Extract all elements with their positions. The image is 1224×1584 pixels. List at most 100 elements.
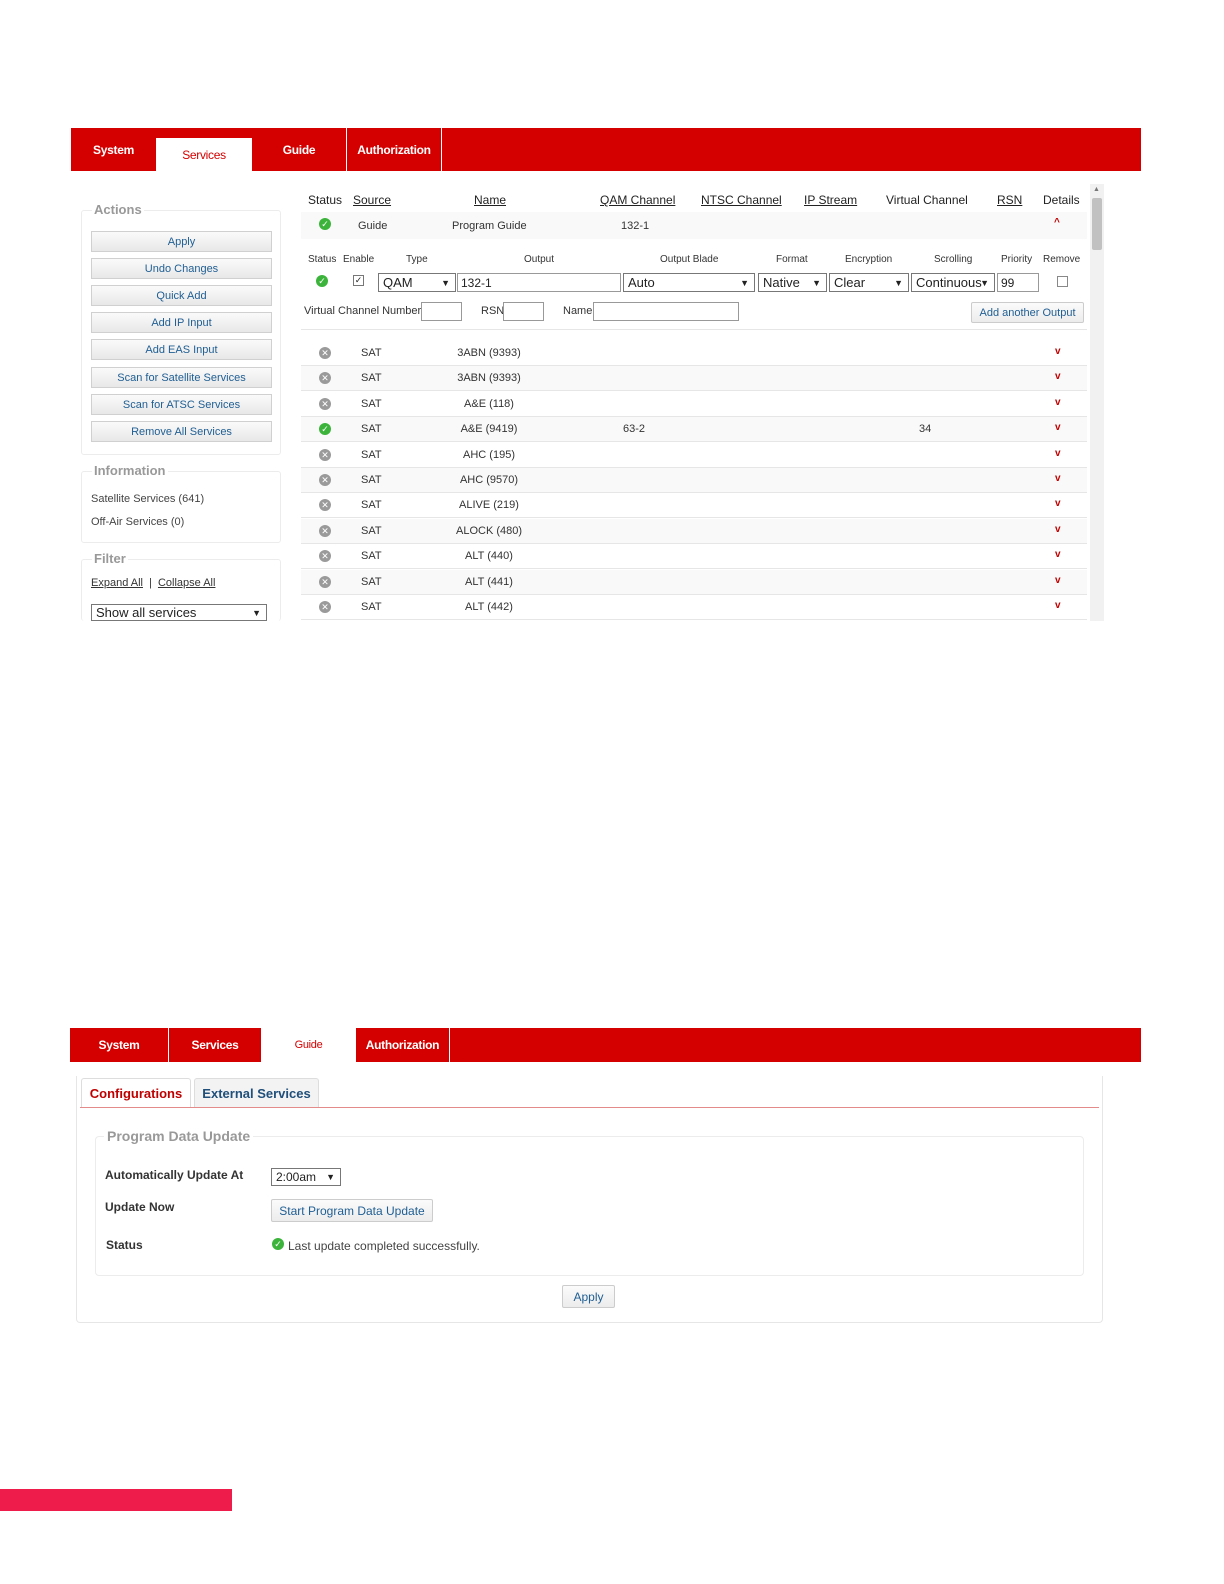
col-name[interactable]: Name <box>474 193 506 207</box>
scrollbar-thumb[interactable] <box>1092 198 1102 250</box>
row-source: SAT <box>361 601 382 613</box>
chevron-down-icon[interactable]: v <box>1055 346 1061 357</box>
row-name: Program Guide <box>452 220 527 232</box>
status-inactive-icon: ✕ <box>319 347 331 359</box>
table-row[interactable]: ✓ SAT A&E (9419) 63-2 34 v <box>301 417 1087 442</box>
row-source: SAT <box>361 499 382 511</box>
rsn-input[interactable] <box>503 302 544 321</box>
table-row[interactable]: ✕ SAT A&E (118) v <box>301 392 1087 417</box>
apply-button[interactable]: Apply <box>91 231 272 252</box>
status-inactive-icon: ✕ <box>319 499 331 511</box>
footer-accent-bar <box>0 1489 232 1511</box>
nav-tab-services[interactable]: Services <box>169 1028 261 1062</box>
status-inactive-icon: ✕ <box>319 474 331 486</box>
col-ip-stream[interactable]: IP Stream <box>804 193 857 207</box>
chevron-down-icon[interactable]: v <box>1055 397 1061 408</box>
nav-tab-authorization[interactable]: Authorization <box>356 1028 450 1062</box>
auto-update-time-select[interactable]: 2:00am ▼ <box>271 1168 341 1186</box>
output-blade-select[interactable]: Auto ▼ <box>623 273 755 292</box>
out-col-priority: Priority <box>1001 254 1033 265</box>
chevron-down-icon[interactable]: v <box>1055 371 1061 382</box>
table-row[interactable]: ✕ SAT ALT (441) v <box>301 570 1087 595</box>
add-ip-input-button[interactable]: Add IP Input <box>91 312 272 333</box>
table-row[interactable]: ✕ SAT ALOCK (480) v <box>301 519 1087 544</box>
scroll-up-icon[interactable]: ▲ <box>1093 186 1100 193</box>
scan-satellite-button[interactable]: Scan for Satellite Services <box>91 367 272 388</box>
remove-checkbox[interactable] <box>1057 276 1068 287</box>
row-name: ALT (442) <box>465 601 513 613</box>
table-row[interactable]: ✕ SAT AHC (195) v <box>301 443 1087 468</box>
chevron-down-icon[interactable]: v <box>1055 575 1061 586</box>
row-source: SAT <box>361 576 382 588</box>
col-ntsc-channel[interactable]: NTSC Channel <box>701 193 782 207</box>
output-input[interactable]: 132-1 <box>457 273 621 292</box>
information-title: Information <box>92 463 168 478</box>
chevron-up-icon[interactable]: ^ <box>1054 217 1060 228</box>
tab-configurations[interactable]: Configurations <box>81 1078 191 1107</box>
col-rsn[interactable]: RSN <box>997 193 1022 207</box>
status-inactive-icon: ✕ <box>319 449 331 461</box>
format-select[interactable]: Native ▼ <box>758 273 827 292</box>
name-label: Name <box>563 305 593 317</box>
chevron-down-icon[interactable]: v <box>1055 524 1061 535</box>
table-row[interactable]: ✕ SAT AHC (9570) v <box>301 468 1087 493</box>
expand-all-link[interactable]: Expand All <box>91 577 143 589</box>
nav-tab-authorization[interactable]: Authorization <box>347 128 442 171</box>
scan-atsc-button[interactable]: Scan for ATSC Services <box>91 394 272 415</box>
chevron-down-icon[interactable]: v <box>1055 473 1061 484</box>
add-eas-input-button[interactable]: Add EAS Input <box>91 339 272 360</box>
name-input[interactable] <box>593 302 739 321</box>
table-scrollbar[interactable]: ▲ <box>1090 184 1104 621</box>
chevron-down-icon: ▼ <box>980 277 989 288</box>
collapse-all-link[interactable]: Collapse All <box>158 577 215 589</box>
col-virtual-channel: Virtual Channel <box>886 193 968 207</box>
nav-tab-guide[interactable]: Guide <box>252 128 347 171</box>
nav-tab-system[interactable]: System <box>71 128 156 171</box>
nav-tab-guide[interactable]: Guide <box>261 1028 356 1062</box>
expanded-service-row[interactable]: ✓ Guide Program Guide 132-1 ^ <box>301 212 1087 239</box>
table-row[interactable]: ✕ SAT 3ABN (9393) v <box>301 366 1087 391</box>
row-virtual-channel: 34 <box>919 423 932 435</box>
row-source: SAT <box>361 449 382 461</box>
table-row[interactable]: ✕ SAT ALT (442) v <box>301 595 1087 620</box>
service-filter-select[interactable]: Show all services ▼ <box>91 604 267 621</box>
section-title: Program Data Update <box>104 1128 254 1144</box>
scrolling-select[interactable]: Continuous ▼ <box>911 273 995 292</box>
out-col-remove: Remove <box>1043 254 1081 265</box>
chevron-down-icon: ▼ <box>252 607 261 618</box>
row-source: SAT <box>361 474 382 486</box>
output-type-select[interactable]: QAM ▼ <box>378 273 456 292</box>
guide-apply-button[interactable]: Apply <box>562 1285 615 1308</box>
undo-changes-button[interactable]: Undo Changes <box>91 258 272 279</box>
filter-title: Filter <box>92 551 128 566</box>
format-value: Native <box>763 275 800 290</box>
chevron-down-icon[interactable]: v <box>1055 448 1061 459</box>
table-row[interactable]: ✕ SAT ALIVE (219) v <box>301 493 1087 518</box>
start-program-data-update-button[interactable]: Start Program Data Update <box>271 1199 433 1222</box>
scrolling-value: Continuous <box>916 275 982 290</box>
priority-input[interactable]: 99 <box>997 273 1039 292</box>
tab-external-services[interactable]: External Services <box>194 1078 319 1107</box>
tab-underline <box>80 1107 1099 1108</box>
chevron-down-icon: ▼ <box>812 277 821 288</box>
virtual-channel-input[interactable] <box>421 302 462 321</box>
table-row[interactable]: ✕ SAT 3ABN (9393) v <box>301 341 1087 366</box>
quick-add-button[interactable]: Quick Add <box>91 285 272 306</box>
nav-tab-system[interactable]: System <box>70 1028 169 1062</box>
row-name: AHC (9570) <box>459 474 519 486</box>
add-another-output-button[interactable]: Add another Output <box>971 302 1084 323</box>
encryption-select[interactable]: Clear ▼ <box>829 273 909 292</box>
table-row[interactable]: ✕ SAT ALT (440) v <box>301 544 1087 569</box>
nav-tab-services[interactable]: Services <box>156 138 252 171</box>
row-name: 3ABN (9393) <box>457 347 521 359</box>
col-qam-channel[interactable]: QAM Channel <box>600 193 675 207</box>
remove-all-services-button[interactable]: Remove All Services <box>91 421 272 442</box>
actions-title: Actions <box>92 202 144 217</box>
chevron-down-icon[interactable]: v <box>1055 498 1061 509</box>
out-col-format: Format <box>776 254 808 265</box>
chevron-down-icon[interactable]: v <box>1055 422 1061 433</box>
chevron-down-icon[interactable]: v <box>1055 549 1061 560</box>
col-source[interactable]: Source <box>353 193 391 207</box>
chevron-down-icon[interactable]: v <box>1055 600 1061 611</box>
enable-checkbox[interactable]: ✓ <box>353 275 364 286</box>
